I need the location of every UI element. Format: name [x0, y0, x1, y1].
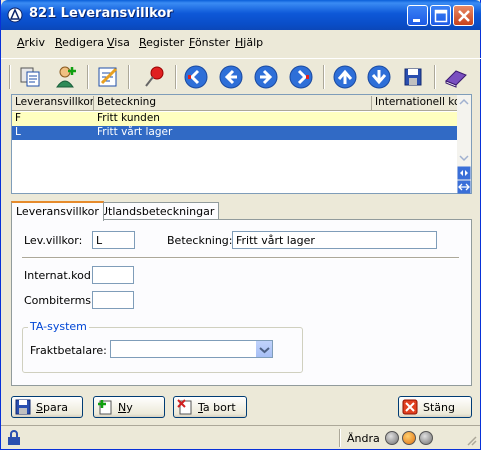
lev-villkor-label: Lev.villkor:	[24, 234, 83, 247]
table-row[interactable]: F Fritt kunden	[12, 112, 461, 126]
fraktbetalare-label: Fraktbetalare:	[30, 344, 107, 357]
pin-icon[interactable]	[141, 63, 169, 91]
save-disk-icon	[15, 399, 31, 415]
up-icon[interactable]	[331, 63, 359, 91]
combiterms-field[interactable]	[92, 291, 134, 309]
tab-utlandsbeteckningar[interactable]: Utlandsbeteckningar	[95, 202, 220, 220]
toolbar	[1, 58, 481, 94]
next-record-icon[interactable]	[252, 63, 280, 91]
menu-arkiv[interactable]: Arkiv	[17, 36, 45, 49]
new-document-icon	[97, 399, 113, 415]
new-button[interactable]: Ny	[93, 396, 165, 418]
scroll-down-icon[interactable]	[457, 151, 471, 165]
toolbar-separator	[323, 65, 325, 89]
cell-code: L	[15, 126, 21, 138]
close-button-label: Stäng	[423, 401, 455, 414]
add-user-icon[interactable]	[53, 63, 81, 91]
window-title: 821 Leveransvillkor	[29, 6, 173, 21]
maximize-button[interactable]	[430, 5, 451, 26]
status-separator	[339, 429, 341, 447]
chevron-down-icon[interactable]	[255, 341, 272, 357]
cell-code: F	[15, 112, 22, 124]
app-logo-icon	[7, 7, 23, 23]
status-led-icon	[419, 431, 433, 445]
toolbar-separator	[434, 65, 436, 89]
delete-document-icon	[177, 399, 193, 415]
status-bar: Ändra	[1, 425, 480, 449]
toolbar-separator	[175, 65, 177, 89]
menu-visa[interactable]: Visa	[107, 36, 130, 49]
cell-name: Fritt vårt lager	[97, 126, 173, 138]
menu-register[interactable]: Register	[139, 36, 184, 49]
grid-scrollbar[interactable]	[457, 95, 471, 194]
status-led-icon	[385, 431, 399, 445]
scroll-left-right-icon[interactable]	[457, 166, 471, 180]
scroll-up-icon[interactable]	[457, 95, 471, 109]
divider	[22, 257, 459, 259]
split-view-icon[interactable]	[457, 180, 471, 194]
menu-hjalp[interactable]: Hjälp	[235, 36, 263, 49]
book-icon[interactable]	[442, 63, 470, 91]
minimize-button[interactable]	[407, 5, 428, 26]
combiterms-label: Combiterms:	[24, 294, 95, 307]
table-row-selected[interactable]: L Fritt vårt lager	[12, 126, 461, 140]
grid-header: Leveransvillkor Beteckning Internationel…	[12, 95, 461, 111]
ta-system-title: TA-system	[28, 320, 89, 333]
tab-panel: Lev.villkor: L Beteckning: Fritt vårt la…	[11, 219, 472, 386]
cell-name: Fritt kunden	[97, 112, 160, 124]
menu-redigera[interactable]: Redigera	[55, 36, 104, 49]
toolbar-separator	[128, 65, 130, 89]
menu-fonster[interactable]: Fönster	[189, 36, 230, 49]
col-header-internationell-kod[interactable]: Internationell kod	[372, 96, 461, 111]
col-header-leveransvillkor[interactable]: Leveransvillkor	[12, 96, 94, 111]
first-record-icon[interactable]	[182, 63, 210, 91]
tab-leveransvillkor[interactable]: Leveransvillkor	[11, 201, 104, 221]
down-icon[interactable]	[365, 63, 393, 91]
delete-button[interactable]: Ta bort	[173, 396, 247, 418]
close-button[interactable]: Stäng	[398, 396, 472, 418]
col-header-beteckning[interactable]: Beteckning	[94, 96, 372, 111]
resize-grip-icon[interactable]	[465, 434, 477, 449]
lev-villkor-field[interactable]: L	[92, 231, 135, 249]
toolbar-separator	[9, 65, 11, 89]
save-button[interactable]: Spara	[11, 396, 83, 418]
internat-kod-field[interactable]	[92, 266, 134, 284]
last-record-icon[interactable]	[287, 63, 315, 91]
title-bar[interactable]: 821 Leveransvillkor	[1, 0, 481, 30]
edit-notes-icon[interactable]	[94, 63, 122, 91]
beteckning-label: Beteckning:	[167, 234, 233, 247]
menu-bar: Arkiv Redigera Visa Register Fönster Hjä…	[1, 33, 481, 53]
toolbar-separator	[87, 65, 89, 89]
close-window-button[interactable]	[453, 5, 474, 26]
status-led-icon	[402, 431, 416, 445]
lock-icon	[7, 430, 21, 449]
save-disk-icon[interactable]	[399, 63, 427, 91]
internat-kod-label: Internat.kod:	[24, 269, 95, 282]
copy-records-icon[interactable]	[17, 63, 45, 91]
terms-grid: Leveransvillkor Beteckning Internationel…	[11, 94, 472, 194]
status-mode: Ändra	[347, 432, 380, 445]
tab-strip: Leveransvillkor Utlandsbeteckningar	[11, 201, 472, 221]
fraktbetalare-select[interactable]	[110, 340, 273, 358]
app-window: 821 Leveransvillkor Arkiv Redigera Visa …	[0, 0, 481, 450]
close-icon	[402, 399, 418, 415]
previous-record-icon[interactable]	[217, 63, 245, 91]
beteckning-field[interactable]: Fritt vårt lager	[232, 231, 437, 249]
